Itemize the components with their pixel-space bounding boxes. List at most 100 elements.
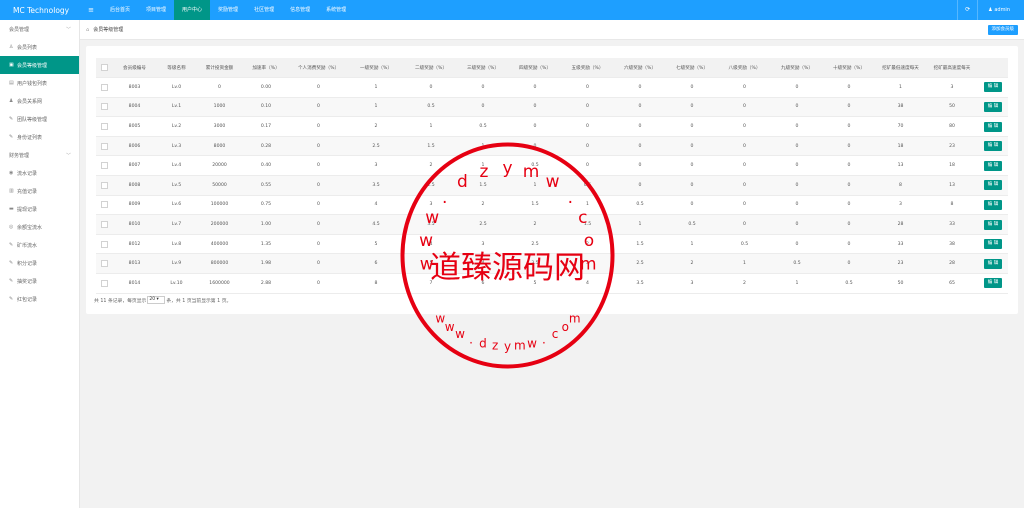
edit-button[interactable]: 编 辑 xyxy=(984,258,1002,269)
watermark-stamp: www.dz y mw.com ww w. d z y m w. c om 道臻源码网 xyxy=(400,142,615,369)
sidebar-item-group2_items-6[interactable]: ✎ 抽奖记录 xyxy=(0,272,79,290)
sidebar-item-group2_items-1[interactable]: ▥ 充值记录 xyxy=(0,182,79,200)
sidebar-item-label: 团队等级管理 xyxy=(17,116,48,123)
table-cell: 2 xyxy=(718,273,771,294)
row-checkbox[interactable] xyxy=(101,142,108,150)
table-cell: 0 xyxy=(823,195,875,216)
table-cell: 0 xyxy=(614,97,666,118)
watermark-arc-letter: m xyxy=(523,162,540,182)
row-checkbox[interactable] xyxy=(101,181,108,189)
table-cell: 0.5 xyxy=(457,116,509,137)
table-cell: 0 xyxy=(614,77,666,98)
edit-button[interactable]: 编 辑 xyxy=(984,278,1002,289)
sidebar-group-members[interactable]: 会员管理 ﹀ xyxy=(0,20,79,38)
nav-item-6[interactable]: 系统管理 xyxy=(318,0,354,20)
sidebar-item-group2_items-0[interactable]: ◉ 流水记录 xyxy=(0,164,79,182)
watermark-arc-letter: y xyxy=(504,340,511,354)
table-cell: 100000 xyxy=(197,195,242,216)
table-cell: 18 xyxy=(926,155,978,177)
link-icon: ✎ xyxy=(9,134,14,140)
edit-button[interactable]: 编 辑 xyxy=(984,121,1002,132)
wallet-icon: ▤ xyxy=(9,80,14,86)
sidebar-item-group1_items-0[interactable]: ♙ 会员列表 xyxy=(0,38,79,56)
select-all-checkbox[interactable] xyxy=(101,64,108,72)
table-cell: Lv.1 xyxy=(156,97,197,118)
table-cell: 0 xyxy=(666,97,718,118)
table-cell: 0 xyxy=(771,234,823,255)
column-header: 加速率（%） xyxy=(242,58,290,79)
table-cell: 0 xyxy=(614,136,666,157)
edit-button[interactable]: 编 辑 xyxy=(984,82,1002,93)
row-checkbox[interactable] xyxy=(101,260,108,268)
nav-item-1[interactable]: 项目管理 xyxy=(138,0,174,20)
table-cell: 0.17 xyxy=(242,116,290,137)
table-cell: 1 xyxy=(347,77,405,98)
sidebar-item-group2_items-3[interactable]: ◎ 余额宝流水 xyxy=(0,218,79,236)
edit-button[interactable]: 编 辑 xyxy=(984,219,1002,230)
sidebar-item-group1_items-1[interactable]: ▣ 会员等级管理 xyxy=(0,56,79,74)
table-cell: 0 xyxy=(771,77,823,98)
link-icon: ✎ xyxy=(9,296,14,302)
row-checkbox[interactable] xyxy=(101,279,108,287)
sidebar-item-label: 会员等级管理 xyxy=(17,62,48,69)
row-checkbox[interactable] xyxy=(101,240,108,248)
nav-item-2[interactable]: 用户中心 xyxy=(174,0,211,20)
table-cell: 400000 xyxy=(197,234,242,255)
nav-item-4[interactable]: 社区管理 xyxy=(246,0,282,20)
edit-button[interactable]: 编 辑 xyxy=(984,141,1002,152)
row-checkbox[interactable] xyxy=(101,83,108,91)
table-cell: 0 xyxy=(457,97,509,118)
edit-button[interactable]: 编 辑 xyxy=(984,199,1002,210)
breadcrumb-home-icon[interactable]: ⌂ xyxy=(86,27,89,33)
row-checkbox[interactable] xyxy=(101,221,108,229)
table-cell: Lv.7 xyxy=(156,214,197,235)
row-checkbox[interactable] xyxy=(101,103,108,111)
sidebar-item-group1_items-3[interactable]: ♟ 会员关系网 xyxy=(0,92,79,110)
table-cell: 4.5 xyxy=(347,214,405,235)
table-cell: 1 xyxy=(347,97,405,118)
table-cell: 0 xyxy=(561,116,614,137)
edit-button[interactable]: 编 辑 xyxy=(984,180,1002,191)
edit-button[interactable]: 编 辑 xyxy=(984,239,1002,250)
table-cell: 50000 xyxy=(197,175,242,196)
table-cell: 8003 xyxy=(113,77,156,98)
watermark-arc-letter: z xyxy=(492,339,498,353)
table-cell: 0 xyxy=(290,155,347,177)
sidebar-item-group2_items-7[interactable]: ✎ 红包记录 xyxy=(0,290,79,308)
page-size-select[interactable]: 20 ▾ xyxy=(147,296,166,304)
table-cell: 0 xyxy=(666,136,718,157)
table-cell: Lv.6 xyxy=(156,195,197,216)
table-cell: 0 xyxy=(718,116,771,137)
recharge-icon: ▥ xyxy=(9,188,14,194)
sidebar-group-finance[interactable]: 财务管理 ﹀ xyxy=(0,146,79,164)
sidebar-item-group1_items-2[interactable]: ▤ 用户钱包列表 xyxy=(0,74,79,92)
table-cell: 8013 xyxy=(113,253,156,275)
nav-item-3[interactable]: 奖励管理 xyxy=(210,0,246,20)
add-member-level-button[interactable]: 添加会员级 xyxy=(987,25,1018,35)
table-cell: 1.00 xyxy=(242,214,290,235)
table-cell: Lv.5 xyxy=(156,175,197,196)
sidebar-item-group1_items-5[interactable]: ✎ 身份证列表 xyxy=(0,128,79,146)
nav-item-0[interactable]: 后台首页 xyxy=(102,0,138,20)
sidebar-item-group2_items-5[interactable]: ✎ 积分记录 xyxy=(0,254,79,272)
user-menu[interactable]: ♟ admin xyxy=(977,0,1024,20)
nav-item-5[interactable]: 信息管理 xyxy=(282,0,318,20)
edit-button[interactable]: 编 辑 xyxy=(984,101,1002,112)
table-cell: 0 xyxy=(823,175,875,196)
sidebar-item-group2_items-2[interactable]: ▬ 提现记录 xyxy=(0,200,79,218)
sidebar-item-group1_items-4[interactable]: ✎ 团队等级管理 xyxy=(0,110,79,128)
table-cell: Lv.8 xyxy=(156,234,197,255)
table-cell: 0 xyxy=(718,155,771,177)
row-checkbox[interactable] xyxy=(101,201,108,209)
table-cell: 0.5 xyxy=(823,273,875,294)
row-checkbox[interactable] xyxy=(101,123,108,131)
row-checkbox[interactable] xyxy=(101,162,108,170)
refresh-icon[interactable]: ⟳ xyxy=(957,0,977,20)
edit-button[interactable]: 编 辑 xyxy=(984,160,1002,171)
column-header: 个人消费奖励（%） xyxy=(290,58,347,79)
table-cell: 800000 xyxy=(197,253,242,275)
chevron-down-icon: ﹀ xyxy=(65,152,71,159)
menu-toggle-icon[interactable]: ≡ xyxy=(80,6,102,14)
sidebar-item-group2_items-4[interactable]: ✎ 矿币流水 xyxy=(0,236,79,254)
app-logo[interactable]: MC Technology xyxy=(0,0,80,20)
